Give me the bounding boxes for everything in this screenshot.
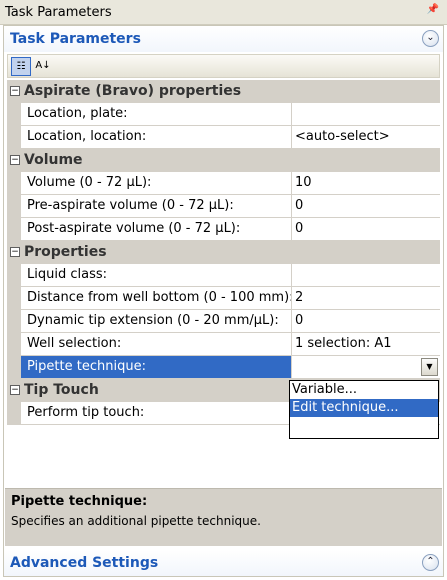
category-volume[interactable]: − Volume (7, 149, 440, 172)
property-grid-toolbar: ☷ A↓ (7, 54, 440, 78)
property-value[interactable]: 0 (292, 310, 440, 333)
property-value[interactable]: 1 selection: A1 (292, 333, 440, 356)
help-description: Specifies an additional pipette techniqu… (11, 514, 261, 528)
property-value-editor[interactable] (292, 356, 440, 379)
window-titlebar: Task Parameters 📌 (0, 0, 447, 25)
row-gutter (7, 310, 21, 333)
category-aspirate-bravo-properties[interactable]: − Aspirate (Bravo) properties (7, 80, 440, 103)
row-gutter (7, 356, 21, 379)
row-gutter (7, 218, 21, 241)
property-name[interactable]: Pre-aspirate volume (0 - 72 µL): (21, 195, 292, 218)
property-row[interactable]: Liquid class: (7, 264, 440, 287)
advanced-settings-header[interactable]: Advanced Settings ⌃ (4, 550, 443, 576)
property-row[interactable]: Dynamic tip extension (0 - 20 mm/µL): 0 (7, 310, 440, 333)
property-row[interactable]: Location, plate: (7, 103, 440, 126)
categorized-view-icon[interactable]: ☷ (11, 57, 31, 76)
dropdown-arrow-icon[interactable]: ▼ (421, 358, 438, 376)
property-name[interactable]: Location, plate: (21, 103, 292, 126)
collapse-icon[interactable]: ⌄ (422, 30, 439, 47)
property-row[interactable]: Pre-aspirate volume (0 - 72 µL): 0 (7, 195, 440, 218)
row-gutter (7, 172, 21, 195)
property-row[interactable]: Distance from well bottom (0 - 100 mm): … (7, 287, 440, 310)
window-title: Task Parameters (5, 4, 112, 20)
alphabetical-sort-icon[interactable]: A↓ (33, 57, 53, 76)
property-name[interactable]: Post-aspirate volume (0 - 72 µL): (21, 218, 292, 241)
pipette-technique-dropdown: Variable... Edit technique... (289, 380, 439, 439)
task-parameters-header[interactable]: Task Parameters ⌄ (4, 26, 443, 52)
row-gutter (7, 195, 21, 218)
property-name[interactable]: Liquid class: (21, 264, 292, 287)
property-name[interactable]: Pipette technique: (21, 356, 292, 379)
category-label: Aspirate (Bravo) properties (24, 83, 242, 99)
collapse-category-icon[interactable]: − (10, 247, 20, 257)
collapse-category-icon[interactable]: − (10, 86, 20, 96)
task-parameters-header-label: Task Parameters (10, 31, 141, 47)
property-value[interactable]: 0 (292, 218, 440, 241)
row-gutter (7, 264, 21, 287)
collapse-category-icon[interactable]: − (10, 155, 20, 165)
property-row[interactable]: Post-aspirate volume (0 - 72 µL): 0 (7, 218, 440, 241)
category-label: Volume (24, 152, 83, 168)
row-gutter (7, 402, 21, 425)
property-name[interactable]: Dynamic tip extension (0 - 20 mm/µL): (21, 310, 292, 333)
help-title: Pipette technique: (11, 494, 148, 509)
dropdown-option-variable[interactable]: Variable... (290, 381, 438, 399)
collapse-category-icon[interactable]: − (10, 385, 20, 395)
property-row[interactable]: Volume (0 - 72 µL): 10 (7, 172, 440, 195)
property-value[interactable]: 0 (292, 195, 440, 218)
property-value[interactable] (292, 103, 440, 126)
category-label: Tip Touch (24, 382, 99, 398)
row-gutter (7, 333, 21, 356)
property-value[interactable]: 2 (292, 287, 440, 310)
property-name[interactable]: Well selection: (21, 333, 292, 356)
property-value[interactable] (292, 264, 440, 287)
row-gutter (7, 103, 21, 126)
advanced-settings-label: Advanced Settings (10, 555, 159, 571)
property-row-selected[interactable]: Pipette technique: ▼ (7, 356, 440, 379)
row-gutter (7, 126, 21, 149)
pin-icon[interactable]: 📌 (427, 4, 439, 15)
category-label: Properties (24, 244, 107, 260)
task-parameters-panel: Task Parameters ⌄ ☷ A↓ − Aspirate (Bravo… (3, 25, 444, 577)
property-row[interactable]: Location, location: <auto-select> (7, 126, 440, 149)
expand-icon[interactable]: ⌃ (422, 554, 439, 571)
property-row[interactable]: Well selection: 1 selection: A1 (7, 333, 440, 356)
dropdown-option-edit-technique[interactable]: Edit technique... (290, 399, 438, 417)
help-panel: Pipette technique: Specifies an addition… (5, 488, 442, 546)
property-name[interactable]: Perform tip touch: (21, 402, 292, 425)
property-name[interactable]: Location, location: (21, 126, 292, 149)
row-gutter (7, 287, 21, 310)
property-name[interactable]: Volume (0 - 72 µL): (21, 172, 292, 195)
category-properties[interactable]: − Properties (7, 241, 440, 264)
property-value[interactable]: <auto-select> (292, 126, 440, 149)
property-name[interactable]: Distance from well bottom (0 - 100 mm): (21, 287, 292, 310)
dropdown-option-empty[interactable] (290, 417, 438, 435)
property-value[interactable]: 10 (292, 172, 440, 195)
